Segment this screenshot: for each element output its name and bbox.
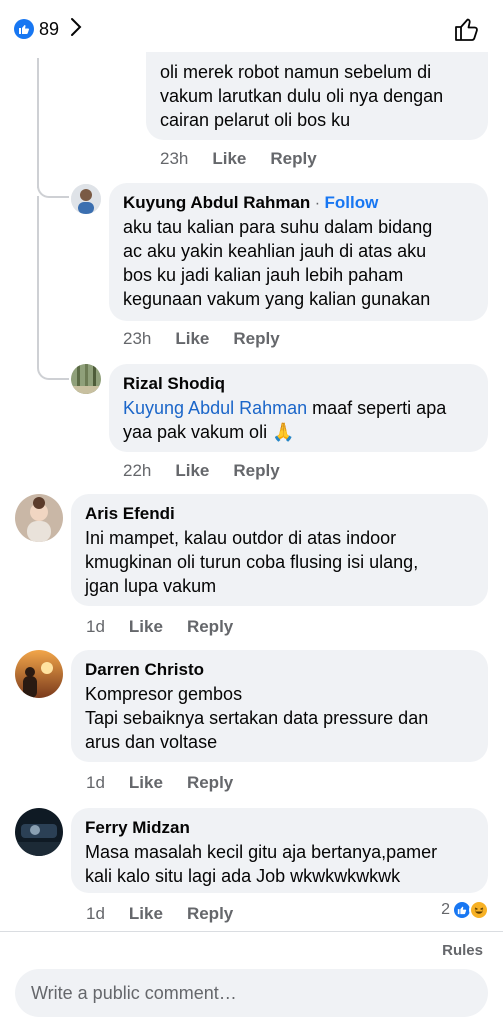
comment-time[interactable]: 1d (86, 773, 105, 793)
reply-button[interactable]: Reply (233, 461, 279, 481)
thread-line (37, 58, 39, 188)
comment-bubble: Aris Efendi Ini mampet, kalau outdor di … (71, 494, 488, 606)
comment-actions: 1d Like Reply (86, 773, 233, 793)
comment-text: Kuyung Abdul Rahman maaf seperti apa (123, 396, 474, 420)
comment-input[interactable]: Write a public comment… (15, 969, 488, 1017)
comment-author[interactable]: Kuyung Abdul Rahman (123, 193, 310, 212)
avatar[interactable] (15, 650, 63, 698)
comment-text: Masa masalah kecil gitu aja bertanya,pam… (85, 842, 438, 862)
comment-text: cairan pelarut oli bos ku (160, 110, 351, 130)
reply-button[interactable]: Reply (187, 904, 233, 924)
avatar[interactable] (15, 494, 63, 542)
comment-text: arus dan voltase (85, 732, 218, 752)
comment-text: aku tau kalian para suhu dalam bidang (123, 217, 433, 237)
comment-reactions[interactable]: 2 (441, 900, 489, 920)
comment-text: kegunaan vakum yang kalian gunakan (123, 289, 431, 309)
like-button[interactable]: Like (175, 461, 209, 481)
comment-time[interactable]: 23h (123, 329, 151, 349)
comment-time[interactable]: 1d (86, 904, 105, 924)
reaction-count: 2 (441, 901, 450, 918)
reaction-summary-button[interactable]: 89 (14, 17, 82, 41)
avatar[interactable] (15, 808, 63, 856)
reply-button[interactable]: Reply (233, 329, 279, 349)
comment-text: oli merek robot namun sebelum di (160, 62, 432, 82)
comment-text: Tapi sebaiknya sertakan data pressure da… (85, 708, 429, 728)
avatar[interactable] (71, 184, 101, 214)
follow-button[interactable]: Follow (325, 193, 379, 212)
like-button[interactable]: Like (129, 617, 163, 637)
comment-bubble: Kuyung Abdul Rahman · Follow aku tau kal… (109, 183, 488, 321)
comments-header: 89 (0, 0, 503, 58)
avatar[interactable] (71, 364, 101, 394)
comment-author[interactable]: Darren Christo (85, 658, 474, 682)
like-button[interactable]: Like (175, 329, 209, 349)
comment-actions: 23h Like Reply (160, 149, 317, 169)
comment-text: vakum larutkan dulu oli nya dengan (160, 86, 444, 106)
comment-bubble: Darren Christo Kompresor gembos Tapi seb… (71, 650, 488, 762)
comment-text: Ini mampet, kalau outdor di atas indoor (85, 528, 397, 548)
like-button[interactable]: Like (129, 773, 163, 793)
comment-time[interactable]: 1d (86, 617, 105, 637)
thumbs-up-outline-icon[interactable] (453, 15, 481, 43)
separator-dot: · (310, 195, 325, 212)
comment-author-line: Kuyung Abdul Rahman · Follow (123, 191, 474, 215)
comment-text: bos ku jadi kalian jauh lebih paham (123, 265, 404, 285)
haha-reaction-icon (469, 900, 489, 920)
comment-bubble: Rizal Shodiq Kuyung Abdul Rahman maaf se… (109, 364, 488, 452)
comment-text: kali kalo situ lagi ada Job wkwkwkwkwk (85, 866, 401, 886)
thread-line (37, 196, 39, 356)
comment-text: jgan lupa vakum (85, 576, 217, 596)
comment-time[interactable]: 23h (160, 149, 188, 169)
comment-actions: 1d Like Reply (86, 904, 233, 924)
comment-input-placeholder: Write a public comment… (31, 982, 237, 1003)
comment-author[interactable]: Rizal Shodiq (123, 372, 474, 396)
reply-button[interactable]: Reply (187, 773, 233, 793)
comment-text-rest: maaf seperti apa (307, 398, 447, 418)
like-button[interactable]: Like (212, 149, 246, 169)
comment-text: yaa pak vakum oli 🙏 (123, 422, 295, 442)
thread-connector (37, 170, 69, 198)
chevron-right-icon (70, 17, 82, 41)
comment-actions: 1d Like Reply (86, 617, 233, 637)
reply-button[interactable]: Reply (270, 149, 316, 169)
comment-bubble: Ferry Midzan Masa masalah kecil gitu aja… (71, 808, 488, 893)
comment-actions: 23h Like Reply (123, 329, 280, 349)
comment-text: ac aku yakin keahlian jauh di atas aku (123, 241, 427, 261)
footer-divider (0, 931, 503, 932)
comment-actions: 22h Like Reply (123, 461, 280, 481)
mention-link[interactable]: Kuyung Abdul Rahman (123, 398, 307, 418)
comment-text: Kompresor gembos (85, 684, 243, 704)
thread-connector (37, 350, 69, 380)
comment-text: kmugkinan oli turun coba flusing isi ula… (85, 552, 419, 572)
comment-author[interactable]: Aris Efendi (85, 502, 474, 526)
comment-time[interactable]: 22h (123, 461, 151, 481)
like-button[interactable]: Like (129, 904, 163, 924)
rules-link[interactable]: Rules (442, 942, 483, 959)
comment-author[interactable]: Ferry Midzan (85, 816, 474, 840)
like-icon (14, 19, 34, 39)
reaction-count: 89 (39, 18, 60, 39)
comment-bubble: oli merek robot namun sebelum di vakum l… (146, 52, 488, 140)
reply-button[interactable]: Reply (187, 617, 233, 637)
